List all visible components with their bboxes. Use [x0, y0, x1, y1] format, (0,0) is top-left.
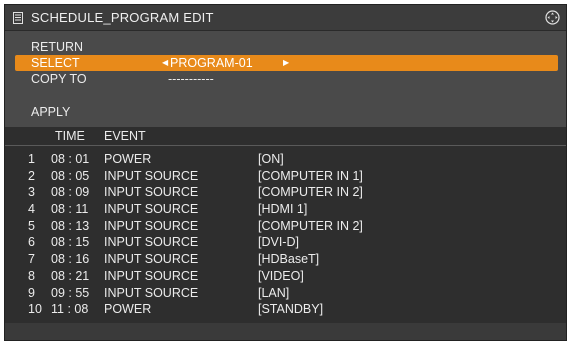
menu-icon — [13, 12, 23, 24]
table-row: 3 08 : 09 INPUT SOURCE [COMPUTER IN 2] — [5, 184, 566, 201]
window-title: SCHEDULE_PROGRAM EDIT — [31, 10, 214, 25]
row-event: POWER — [104, 302, 152, 317]
table-row: 1 08 : 01 POWER [ON] — [5, 151, 566, 168]
row-event: INPUT SOURCE — [104, 218, 199, 233]
row-number: 6 — [28, 235, 35, 250]
row-time: 08 : 21 — [51, 268, 90, 283]
row-event: INPUT SOURCE — [104, 285, 199, 300]
return-menu-item[interactable]: RETURN — [15, 39, 558, 55]
select-menu-item[interactable]: SELECT ◀ PROGRAM-01 ▶ — [15, 55, 558, 71]
row-number: 9 — [28, 285, 35, 300]
schedule-table: TIME EVENT 1 08 : 01 POWER [ON] 2 08 : 0… — [5, 127, 566, 324]
row-time: 08 : 13 — [51, 218, 90, 233]
exit-icon[interactable] — [545, 10, 560, 25]
row-event: INPUT SOURCE — [104, 268, 199, 283]
table-header: TIME EVENT — [5, 127, 566, 146]
row-number: 1 — [28, 152, 35, 166]
copy-to-value: ----------- — [168, 72, 214, 86]
row-parameter: [COMPUTER IN 1] — [258, 168, 363, 183]
row-event: INPUT SOURCE — [104, 185, 199, 200]
row-parameter: [VIDEO] — [258, 268, 304, 283]
row-number: 4 — [28, 202, 35, 217]
row-time: 11 : 08 — [51, 302, 89, 317]
row-parameter: [COMPUTER IN 2] — [258, 185, 363, 200]
row-parameter: [DVI-D] — [258, 235, 299, 250]
select-label: SELECT — [31, 56, 80, 70]
copy-to-label: COPY TO — [31, 72, 87, 86]
time-column-header: TIME — [55, 129, 85, 143]
row-time: 08 : 01 — [51, 152, 90, 166]
row-number: 8 — [28, 268, 35, 283]
row-event: POWER — [104, 152, 152, 166]
edit-menu: RETURN SELECT ◀ PROGRAM-01 ▶ COPY TO ---… — [5, 31, 566, 127]
table-row: 7 08 : 16 INPUT SOURCE [HDBaseT] — [5, 251, 566, 268]
table-row: 2 08 : 05 INPUT SOURCE [COMPUTER IN 1] — [5, 168, 566, 185]
row-time: 08 : 05 — [51, 168, 90, 183]
table-row: 4 08 : 11 INPUT SOURCE [HDMI 1] — [5, 201, 566, 218]
row-number: 2 — [28, 168, 35, 183]
schedule-program-edit-window: SCHEDULE_PROGRAM EDIT RETURN SELECT ◀ PR… — [4, 4, 567, 341]
table-row: 5 08 : 13 INPUT SOURCE [COMPUTER IN 2] — [5, 218, 566, 235]
row-number: 10 — [28, 302, 42, 317]
row-time: 08 : 15 — [51, 235, 90, 250]
row-number: 7 — [28, 252, 35, 267]
apply-label: APPLY — [31, 105, 71, 119]
right-arrow-icon[interactable]: ▶ — [283, 55, 289, 71]
row-parameter: [HDMI 1] — [258, 202, 308, 217]
left-arrow-icon[interactable]: ◀ — [162, 55, 168, 71]
table-row: 10 11 : 08 POWER [STANDBY] — [5, 301, 566, 318]
row-event: INPUT SOURCE — [104, 168, 199, 183]
row-time: 08 : 16 — [51, 252, 90, 267]
row-parameter: [ON] — [258, 152, 284, 166]
row-parameter: [LAN] — [258, 285, 290, 300]
table-row: 6 08 : 15 INPUT SOURCE [DVI-D] — [5, 234, 566, 251]
table-row: 8 08 : 21 INPUT SOURCE [VIDEO] — [5, 268, 566, 285]
row-time: 08 : 09 — [51, 185, 90, 200]
row-parameter: [STANDBY] — [258, 302, 324, 317]
program-select-value: PROGRAM-01 — [170, 56, 253, 70]
copy-to-menu-item[interactable]: COPY TO ----------- — [15, 71, 558, 87]
row-parameter: [HDBaseT] — [258, 252, 320, 267]
row-parameter: [COMPUTER IN 2] — [258, 218, 363, 233]
event-column-header: EVENT — [104, 129, 146, 143]
row-time: 08 : 11 — [51, 202, 89, 217]
footer-bar — [5, 323, 566, 340]
title-bar: SCHEDULE_PROGRAM EDIT — [5, 5, 566, 31]
row-event: INPUT SOURCE — [104, 252, 199, 267]
table-rows: 1 08 : 01 POWER [ON] 2 08 : 05 INPUT SOU… — [5, 151, 566, 318]
apply-menu-item[interactable]: APPLY — [15, 104, 558, 120]
row-number: 5 — [28, 218, 35, 233]
row-event: INPUT SOURCE — [104, 202, 199, 217]
row-event: INPUT SOURCE — [104, 235, 199, 250]
row-number: 3 — [28, 185, 35, 200]
return-label: RETURN — [31, 40, 84, 54]
row-time: 09 : 55 — [51, 285, 90, 300]
table-row: 9 09 : 55 INPUT SOURCE [LAN] — [5, 285, 566, 302]
